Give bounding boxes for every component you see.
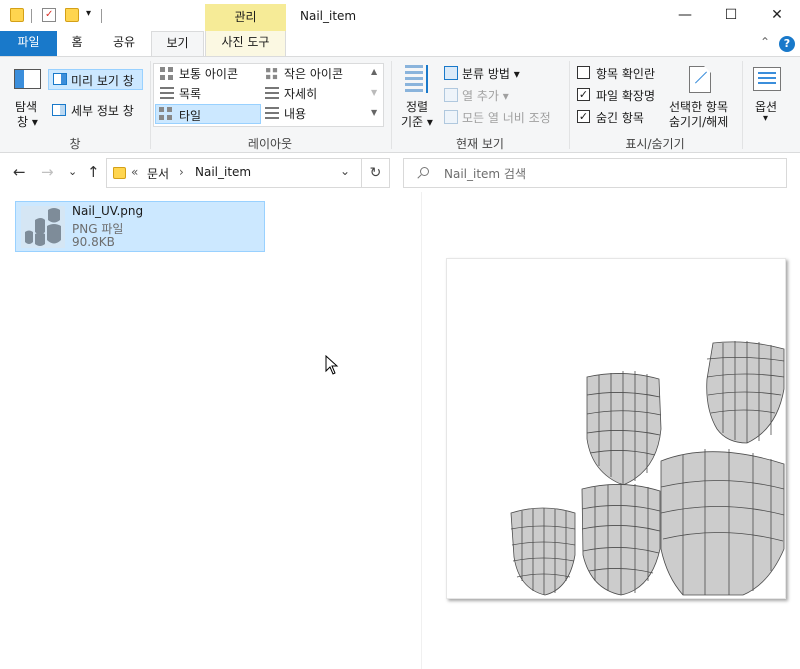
hidden-items-label: 숨긴 항목 [596, 111, 644, 125]
file-extensions-label: 파일 확장명 [596, 89, 656, 103]
small-icons-icon [266, 68, 278, 80]
layout-list[interactable]: 목록 [179, 85, 201, 102]
hide-selected-label-2[interactable]: 숨기기/해제 [669, 113, 728, 130]
pane-group-label: 창 [69, 137, 81, 151]
folder-icon [113, 167, 126, 179]
size-columns-icon [444, 110, 458, 124]
collapse-ribbon-icon[interactable]: ⌃ [760, 35, 770, 49]
group-separator [742, 61, 743, 149]
layout-content[interactable]: 내용 [284, 105, 306, 122]
help-icon[interactable]: ? [779, 36, 795, 52]
preview-pane-button[interactable]: 미리 보기 창 [48, 69, 143, 90]
folder-icon [10, 8, 24, 22]
minimize-button[interactable]: — [662, 0, 708, 31]
customize-quick-access-icon[interactable]: ▾ [86, 8, 91, 19]
preview-pane-label: 미리 보기 창 [71, 74, 134, 88]
nail-uv-shell [586, 371, 662, 486]
layout-small-icons[interactable]: 작은 아이콘 [284, 65, 343, 82]
address-dropdown-icon[interactable]: ⌄ [340, 164, 350, 178]
manage-context-tab[interactable]: 관리 [205, 4, 286, 31]
file-extensions-checkbox[interactable]: ✓ [577, 88, 590, 101]
tab-home[interactable]: 홈 [62, 31, 92, 56]
nail-uv-shell [510, 507, 576, 596]
close-button[interactable]: ✕ [754, 0, 800, 31]
details-icon [265, 87, 279, 101]
show-hide-group-label: 표시/숨기기 [625, 137, 685, 151]
nail-uv-shell [660, 449, 785, 596]
navigation-pane-icon [14, 69, 41, 89]
tab-view[interactable]: 보기 [151, 31, 204, 57]
sort-by-icon [405, 65, 433, 93]
breadcrumb-nail-item[interactable]: Nail_item [195, 165, 251, 179]
tab-file[interactable]: 파일 [0, 31, 57, 56]
size-all-columns-button[interactable]: 모든 열 너비 조정 [462, 109, 551, 126]
tab-share[interactable]: 공유 [104, 31, 144, 56]
options-dropdown-icon[interactable]: ▾ [763, 113, 768, 124]
tiles-icon [159, 107, 173, 121]
gallery-expand-icon[interactable]: ▼ [371, 108, 377, 117]
layout-tiles-label: 타일 [179, 109, 202, 123]
recent-locations-button[interactable]: ⌄ [68, 165, 77, 178]
navigation-pane-dropdown[interactable]: 창 ▾ [17, 113, 38, 130]
details-pane-icon [52, 104, 66, 116]
add-columns-button[interactable]: 열 추가 ▾ [462, 87, 509, 104]
gallery-scroll-up-icon[interactable]: ▲ [371, 67, 377, 76]
options-icon [753, 67, 781, 91]
details-pane-button[interactable]: 세부 정보 창 [71, 102, 134, 119]
current-view-group-label: 현재 보기 [456, 137, 504, 151]
search-placeholder: Nail_item 검색 [444, 167, 527, 181]
search-icon [417, 167, 429, 179]
preview-image [446, 258, 786, 599]
breadcrumb-overflow[interactable]: « [131, 165, 138, 179]
group-by-button[interactable]: 분류 방법 ▾ [462, 65, 520, 82]
preview-pane-divider[interactable] [421, 192, 422, 669]
forward-button[interactable]: → [41, 163, 54, 181]
window-title: Nail_item [300, 9, 357, 23]
properties-icon[interactable]: ✓ [42, 8, 56, 22]
mouse-cursor-icon [325, 355, 339, 375]
hidden-items-checkbox[interactable]: ✓ [577, 110, 590, 123]
layout-tiles[interactable]: 타일 [155, 104, 261, 124]
list-icon [160, 87, 174, 101]
hide-selected-icon [689, 66, 711, 93]
gallery-scroll-down-icon[interactable]: ▼ [371, 88, 377, 97]
preview-pane-icon [53, 73, 67, 85]
ribbon-tabs: 파일 홈 공유 보기 사진 도구 ⌃ ? [0, 31, 800, 57]
group-by-icon [444, 66, 458, 80]
up-button[interactable]: ↑ [87, 163, 100, 181]
address-field[interactable]: « 문서 › Nail_item ⌄ [106, 158, 362, 188]
content-icon [265, 107, 279, 121]
add-columns-icon [444, 88, 458, 102]
uv-layout-image [510, 341, 785, 596]
ribbon: 탐색 창 ▾ 미리 보기 창 세부 정보 창 창 보통 아이콘 작은 아이콘 목… [0, 56, 800, 153]
search-box[interactable]: Nail_item 검색 [403, 158, 787, 188]
breadcrumb-separator[interactable]: › [179, 165, 184, 179]
tab-picture-tools[interactable]: 사진 도구 [205, 31, 286, 56]
layout-details[interactable]: 자세히 [284, 85, 317, 102]
nail-uv-shell [581, 483, 661, 596]
medium-icons-icon [160, 67, 174, 81]
file-tile[interactable]: Nail_UV.png PNG 파일 90.8KB [15, 201, 265, 252]
file-size: 90.8KB [72, 235, 115, 249]
separator [101, 9, 102, 23]
file-name: Nail_UV.png [72, 204, 144, 218]
refresh-button[interactable]: ↻ [362, 158, 390, 188]
address-bar-row: ← → ⌄ ↑ « 문서 › Nail_item ⌄ ↻ Nail_item 검… [0, 154, 800, 192]
layout-medium-icons[interactable]: 보통 아이콘 [179, 65, 238, 82]
back-button[interactable]: ← [13, 163, 26, 181]
layout-group-label: 레이아웃 [247, 137, 293, 151]
maximize-button[interactable]: ☐ [708, 0, 754, 31]
item-checkboxes-checkbox[interactable] [577, 66, 590, 79]
title-bar: ✓ ▾ 관리 Nail_item — ☐ ✕ [0, 0, 800, 31]
item-checkboxes-label: 항목 확인란 [596, 67, 656, 81]
breadcrumb-documents[interactable]: 문서 [147, 165, 169, 182]
nail-uv-shell [706, 341, 785, 444]
sort-by-dropdown[interactable]: 기준 ▾ [401, 113, 433, 130]
new-folder-icon[interactable] [65, 8, 79, 22]
separator [31, 9, 32, 23]
image-thumbnail-icon [21, 206, 65, 248]
